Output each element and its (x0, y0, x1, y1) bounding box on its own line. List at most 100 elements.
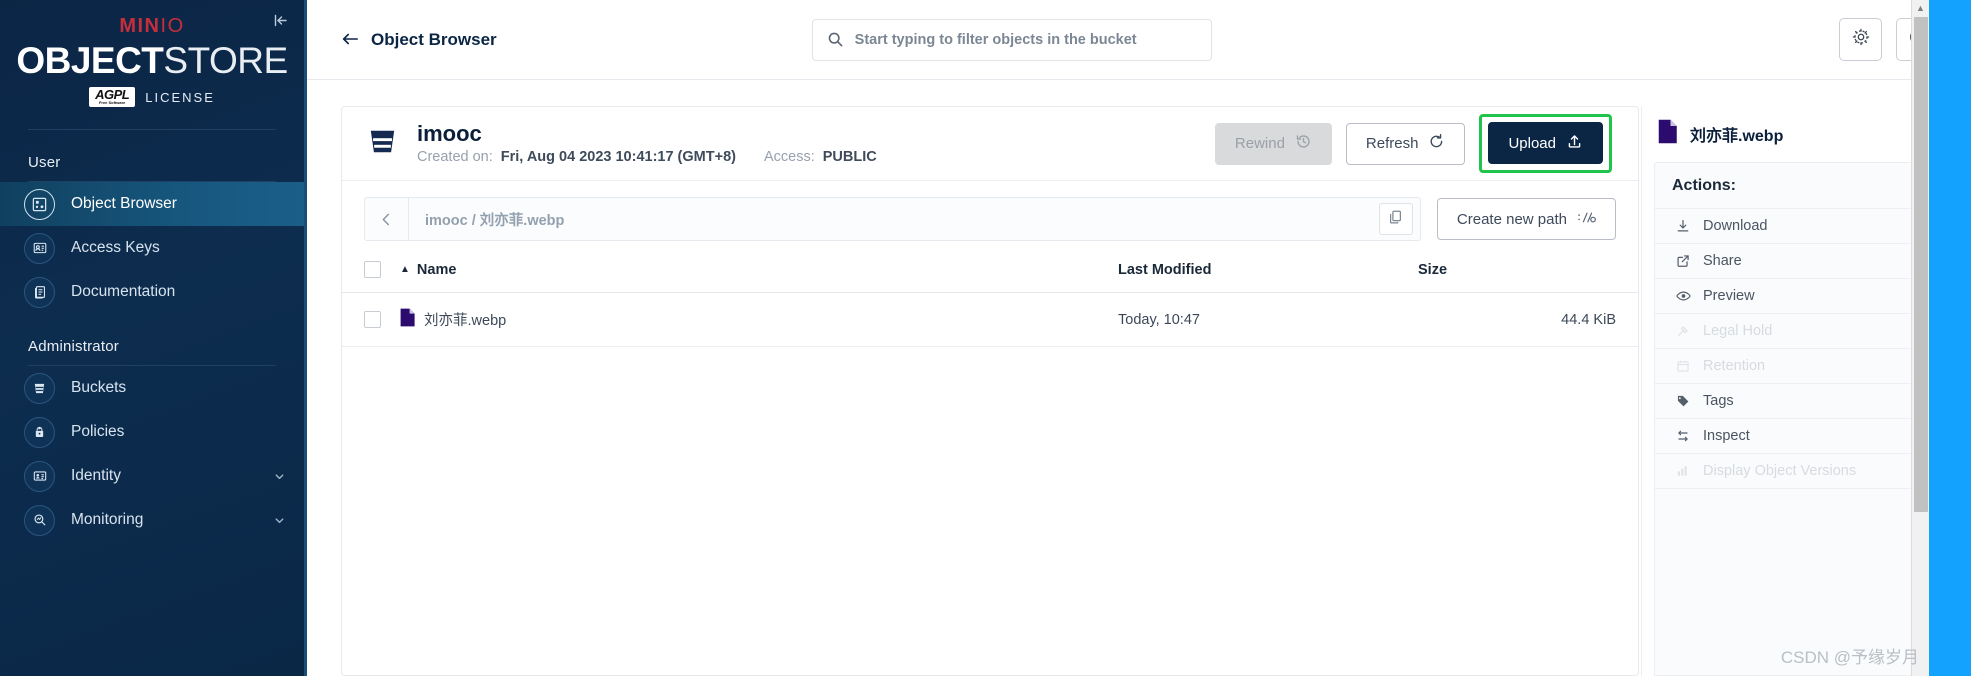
bucket-name: imooc (417, 120, 482, 146)
column-header-name[interactable]: ▲ Name (400, 251, 1118, 293)
chevron-down-icon[interactable] (273, 514, 286, 527)
select-all-checkbox[interactable] (364, 261, 381, 278)
create-new-path-button[interactable]: Create new path (1436, 198, 1616, 240)
action-label: Preview (1703, 288, 1755, 304)
sidebar-item-identity[interactable]: Identity (0, 454, 304, 498)
row-name-cell: 刘亦菲.webp (400, 292, 1118, 347)
search-input[interactable] (854, 31, 1197, 48)
sidebar-item-label: Access Keys (71, 239, 160, 256)
sidebar-section-administrator-label: Administrator (28, 338, 119, 355)
rewind-button-label: Rewind (1234, 135, 1285, 152)
versions-bars-icon (1675, 464, 1691, 478)
row-checkbox[interactable] (364, 311, 381, 328)
action-label: Download (1703, 218, 1768, 234)
column-header-last-modified[interactable]: Last Modified (1118, 251, 1418, 293)
table-header-row: ▲ Name Last Modified Size (342, 251, 1638, 293)
refresh-button-label: Refresh (1365, 135, 1419, 152)
agpl-badge-subtext: Free Software (98, 100, 126, 105)
refresh-button[interactable]: Refresh (1345, 122, 1466, 165)
bucket-subinfo: Created on: Fri, Aug 04 2023 10:41:17 (G… (417, 149, 877, 165)
upload-button[interactable]: Upload (1488, 122, 1603, 164)
objects-table: ▲ Name Last Modified Size 刘亦菲.webp Today… (342, 251, 1638, 347)
column-header-size-label: Size (1418, 261, 1448, 278)
rewind-clock-icon (1295, 133, 1312, 154)
gear-icon (1851, 27, 1871, 52)
upload-button-label: Upload (1508, 134, 1556, 152)
search-box[interactable] (811, 18, 1212, 61)
product-name-light: STORE (163, 40, 288, 81)
action-label: Display Object Versions (1703, 463, 1857, 479)
created-on-value: Fri, Aug 04 2023 10:41:17 (GMT+8) (500, 149, 736, 166)
share-icon (1675, 254, 1691, 268)
bucket-header: imooc Created on: Fri, Aug 04 2023 10:41… (342, 107, 1638, 181)
minio-console-window: MINIO OBJECTSTORE AGPL Free Software LIC… (0, 0, 1971, 676)
bucket-icon (364, 123, 401, 165)
minio-wordmark-prefix: MIN (119, 15, 161, 37)
access-label: Access: (763, 149, 815, 166)
row-last-modified: Today, 10:47 (1118, 292, 1418, 347)
file-webp-icon (400, 308, 415, 331)
create-new-path-label: Create new path (1456, 210, 1567, 228)
watermark: CSDN @予缘岁月 (1780, 648, 1919, 667)
action-label: Tags (1703, 393, 1734, 409)
policy-lock-icon (24, 416, 55, 448)
upload-button-highlight: Upload (1479, 114, 1612, 173)
path-bar: imooc / 刘亦菲.webp (364, 197, 1421, 241)
chevron-left-icon[interactable] (365, 198, 409, 240)
file-webp-icon (1658, 119, 1678, 149)
sidebar-item-label: Object Browser (71, 195, 177, 212)
chevron-down-icon[interactable] (273, 470, 286, 483)
search-icon (827, 31, 844, 48)
back-arrow-icon[interactable] (341, 31, 359, 49)
license-row: AGPL Free Software LICENSE (0, 87, 304, 107)
new-path-icon (1577, 210, 1596, 229)
file-name: 刘亦菲.webp (424, 313, 507, 329)
scrollbar-thumb[interactable] (1914, 17, 1928, 512)
eye-icon (1675, 289, 1691, 303)
row-size: 44.4 KiB (1418, 292, 1638, 347)
license-label: LICENSE (145, 89, 215, 105)
minio-wordmark: MINIO (0, 16, 304, 36)
row-select-cell (342, 292, 400, 347)
action-label: Legal Hold (1703, 323, 1773, 339)
rewind-button[interactable]: Rewind (1214, 122, 1332, 165)
copy-path-button[interactable] (1378, 203, 1413, 235)
sidebar-item-access-keys[interactable]: Access Keys (0, 226, 304, 270)
breadcrumb-path[interactable]: imooc / 刘亦菲.webp (409, 209, 1379, 230)
main-area: Object Browser Start typing to filter ob… (307, 0, 1971, 676)
sidebar-item-documentation[interactable]: Documentation (0, 270, 304, 314)
sidebar-item-label: Monitoring (71, 511, 144, 528)
objects-table-body: 刘亦菲.webp Today, 10:47 44.4 KiB (342, 292, 1638, 347)
top-bar: Object Browser (307, 0, 1971, 80)
legal-hold-icon (1675, 324, 1691, 338)
sidebar-item-buckets[interactable]: Buckets (0, 366, 304, 410)
sidebar-item-policies[interactable]: Policies (0, 410, 304, 454)
sidebar: MINIO OBJECTSTORE AGPL Free Software LIC… (0, 0, 307, 676)
bucket-header-actions: Rewind Refresh Upload (1214, 114, 1616, 173)
tag-icon (1675, 394, 1691, 408)
action-label: Inspect (1703, 428, 1750, 444)
breadcrumb[interactable]: Object Browser (341, 30, 497, 50)
created-on-label: Created on: (417, 149, 493, 166)
vertical-scrollbar[interactable]: ▲ (1911, 0, 1929, 676)
copy-icon (1388, 209, 1403, 229)
sidebar-item-monitoring[interactable]: Monitoring (0, 498, 304, 542)
upload-icon (1566, 133, 1583, 154)
column-header-name-label: Name (416, 261, 457, 278)
scroll-up-arrow-icon[interactable]: ▲ (1912, 0, 1929, 16)
table-row[interactable]: 刘亦菲.webp Today, 10:47 44.4 KiB (342, 292, 1638, 347)
sort-ascending-caret: ▲ (400, 264, 410, 276)
object-browser-card: imooc Created on: Fri, Aug 04 2023 10:41… (341, 106, 1639, 676)
identity-card-icon (24, 460, 55, 492)
sidebar-item-label: Identity (71, 467, 121, 484)
inspect-icon (1675, 429, 1691, 443)
sidebar-section-user-label: User (28, 154, 61, 171)
sidebar-item-object-browser[interactable]: Object Browser (0, 182, 304, 226)
settings-button[interactable] (1839, 18, 1882, 61)
column-header-size[interactable]: Size (1418, 251, 1638, 293)
retention-calendar-icon (1675, 359, 1691, 373)
content-area: imooc Created on: Fri, Aug 04 2023 10:41… (307, 80, 1971, 676)
sidebar-item-label: Buckets (71, 379, 127, 396)
select-all-header (342, 251, 400, 293)
refresh-icon (1428, 133, 1445, 154)
